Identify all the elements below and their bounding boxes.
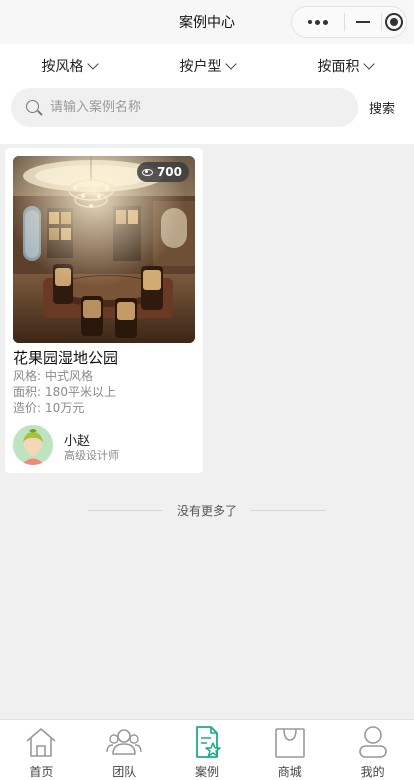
chevron-down-icon bbox=[224, 57, 237, 70]
bottom-tab-bar: 首页 团队 案例 商城 我的 bbox=[0, 719, 414, 780]
chevron-down-icon bbox=[362, 57, 375, 70]
tab-label: 商城 bbox=[277, 765, 302, 779]
shop-icon bbox=[274, 728, 305, 758]
filter-layout-dropdown[interactable]: 按户型 bbox=[138, 44, 276, 88]
filter-bar: 按风格 按户型 按面积 bbox=[0, 44, 414, 88]
divider-line bbox=[87, 510, 163, 511]
search-input[interactable] bbox=[50, 100, 330, 115]
minimize-icon[interactable] bbox=[345, 21, 381, 23]
tab-label: 案例 bbox=[194, 765, 219, 779]
search-button[interactable]: 搜索 bbox=[369, 98, 395, 117]
case-card[interactable]: 700 花果园湿地公园 风格: 中式风格 面积: 180平米以上 造价: 10万元 小… bbox=[5, 148, 203, 473]
more-options-icon[interactable] bbox=[292, 19, 344, 25]
miniprogram-capsule bbox=[291, 6, 407, 38]
team-icon bbox=[106, 729, 142, 755]
no-more-indicator: 没有更多了 bbox=[0, 502, 414, 519]
tab-team[interactable]: 团队 bbox=[83, 720, 166, 780]
tab-label: 我的 bbox=[360, 765, 385, 779]
filter-label: 按户型 bbox=[179, 59, 222, 75]
tab-label: 首页 bbox=[29, 765, 54, 779]
navigation-bar: 案例中心 bbox=[0, 0, 414, 44]
tab-home[interactable]: 首页 bbox=[0, 720, 83, 780]
filter-area-dropdown[interactable]: 按面积 bbox=[276, 44, 414, 88]
case-title: 花果园湿地公园 bbox=[13, 349, 119, 367]
chevron-down-icon bbox=[86, 57, 99, 70]
case-area: 面积: 180平米以上 bbox=[13, 385, 116, 399]
eye-icon bbox=[141, 168, 153, 176]
case-style: 风格: 中式风格 bbox=[13, 369, 94, 383]
search-box bbox=[11, 88, 358, 127]
tab-profile[interactable]: 我的 bbox=[331, 720, 414, 780]
designer-avatar[interactable] bbox=[13, 425, 53, 465]
filter-label: 按面积 bbox=[317, 59, 360, 75]
search-icon bbox=[26, 99, 42, 116]
home-icon bbox=[26, 728, 56, 757]
view-count-badge: 700 bbox=[136, 162, 189, 182]
designer-title: 高级设计师 bbox=[64, 449, 119, 462]
tab-cases[interactable]: 案例 bbox=[166, 720, 249, 780]
filter-label: 按风格 bbox=[41, 59, 84, 75]
divider-line bbox=[251, 510, 326, 511]
view-count: 700 bbox=[156, 165, 182, 179]
page-title: 案例中心 bbox=[179, 15, 235, 31]
search-row: 搜索 bbox=[0, 88, 414, 144]
close-miniprogram-icon[interactable] bbox=[382, 13, 406, 31]
case-cost: 造价: 10万元 bbox=[13, 401, 85, 415]
no-more-text: 没有更多了 bbox=[176, 504, 237, 518]
case-cover-image: 700 bbox=[13, 156, 195, 343]
profile-icon bbox=[358, 726, 387, 758]
filter-style-dropdown[interactable]: 按风格 bbox=[0, 44, 138, 88]
tab-label: 团队 bbox=[112, 765, 137, 779]
case-icon bbox=[196, 726, 221, 758]
tab-shop[interactable]: 商城 bbox=[248, 720, 331, 780]
